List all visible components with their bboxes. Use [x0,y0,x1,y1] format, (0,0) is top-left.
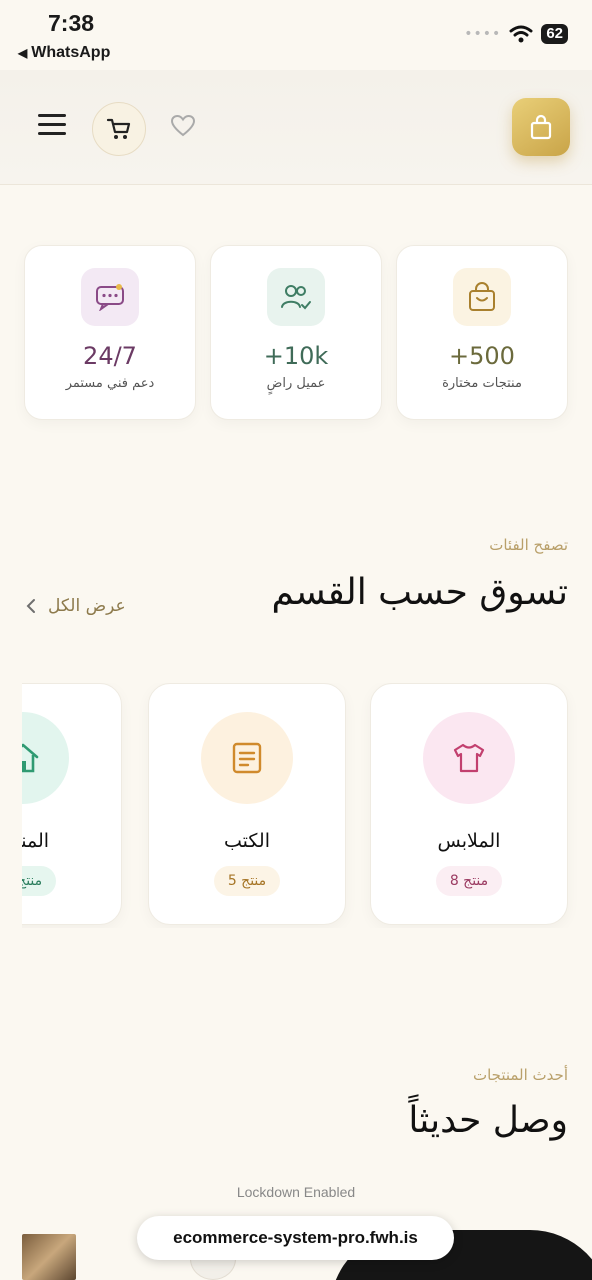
category-name: الكتب [224,830,270,852]
category-icon-circle [22,712,69,804]
new-arrivals-title: وصل حديثاً [408,1100,568,1141]
category-name: المنزل [22,830,50,852]
battery-indicator: 62 [541,24,568,44]
stat-icon-box [81,268,139,326]
category-icon-circle [423,712,515,804]
stat-label: منتجات مختارة [442,376,522,391]
app-header [0,70,592,185]
categories-title: تسوق حسب القسم [271,572,568,613]
chevron-left-icon [26,599,35,613]
stat-value: +500 [449,342,515,370]
view-all-link[interactable]: عرض الكل [26,596,126,616]
stat-value: 24/7 [83,342,137,370]
users-icon [281,285,311,310]
clock: 7:38 [48,10,95,36]
back-app-label: WhatsApp [31,44,111,61]
chat-icon [96,284,124,311]
lockdown-label: Lockdown Enabled [236,1184,356,1200]
wifi-icon [509,25,533,43]
stat-icon-box [267,268,325,326]
stat-card-products: +500 منتجات مختارة [396,245,568,420]
heart-icon[interactable] [170,114,196,138]
stat-label: دعم فني مستمر [65,376,155,391]
stat-label: عميل راضٍ [266,376,326,391]
menu-icon[interactable] [38,114,66,136]
product-thumbnail[interactable] [22,1234,76,1280]
status-indicators: •••• 62 [464,24,568,44]
book-icon [232,742,262,774]
stat-card-customers: +10k عميل راضٍ [210,245,382,420]
category-card-home[interactable]: المنزل 6 منتج [22,683,122,925]
cart-button[interactable] [92,102,146,156]
new-arrivals-subtitle: أحدث المنتجات [472,1066,568,1084]
signal-icon: •••• [464,26,502,42]
shopping-bag-button[interactable] [512,98,570,156]
view-all-label: عرض الكل [48,596,126,616]
stat-value: +10k [263,342,329,370]
back-to-app-link[interactable]: ◀ WhatsApp [18,44,110,62]
stats-row: +500 منتجات مختارة +10k عميل راضٍ 24/7 د… [24,245,568,420]
stat-icon-box [453,268,511,326]
status-bar: 7:38 ◀ WhatsApp •••• 62 [0,0,592,70]
categories-carousel[interactable]: الملابس 8 منتج الكتب 5 منتج المنزل 6 منت… [22,683,592,928]
home-icon [22,743,39,773]
bag-smile-icon [469,282,495,311]
stat-card-support: 24/7 دعم فني مستمر [24,245,196,420]
category-count-badge: 5 منتج [213,866,281,896]
shopping-bag-icon [530,114,552,140]
category-icon-circle [201,712,293,804]
category-name: الملابس [437,830,501,852]
back-triangle-icon: ◀ [18,46,28,60]
cart-icon [106,118,131,139]
categories-subtitle: تصفح الفئات [489,536,568,554]
category-card-books[interactable]: الكتب 5 منتج [148,683,346,925]
url-bar[interactable]: ecommerce-system-pro.fwh.is [137,1216,454,1260]
category-count-badge: 6 منتج [22,866,57,896]
tshirt-icon [453,743,485,773]
url-text: ecommerce-system-pro.fwh.is [173,1228,418,1247]
category-card-clothes[interactable]: الملابس 8 منتج [370,683,568,925]
category-count-badge: 8 منتج [435,866,503,896]
